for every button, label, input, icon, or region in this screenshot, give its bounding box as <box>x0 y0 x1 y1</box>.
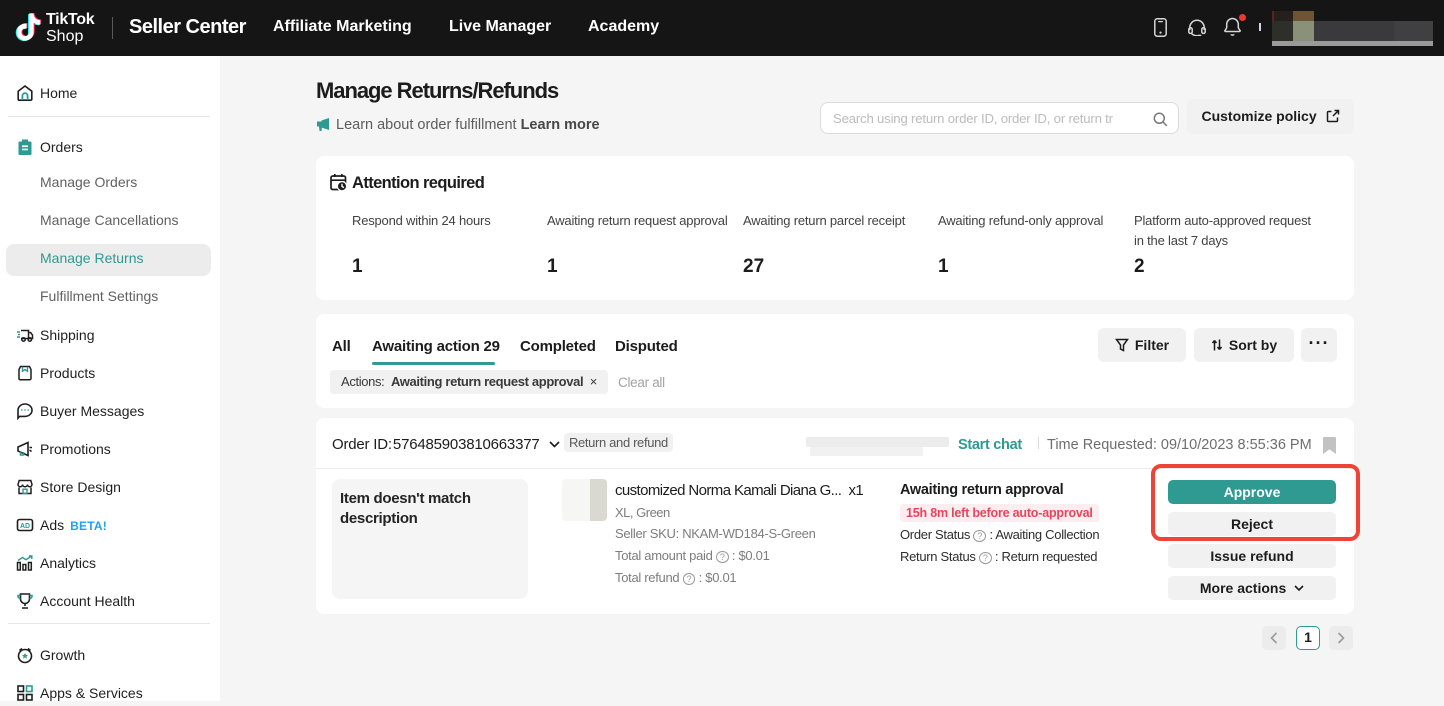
svg-text:AD: AD <box>20 523 30 530</box>
